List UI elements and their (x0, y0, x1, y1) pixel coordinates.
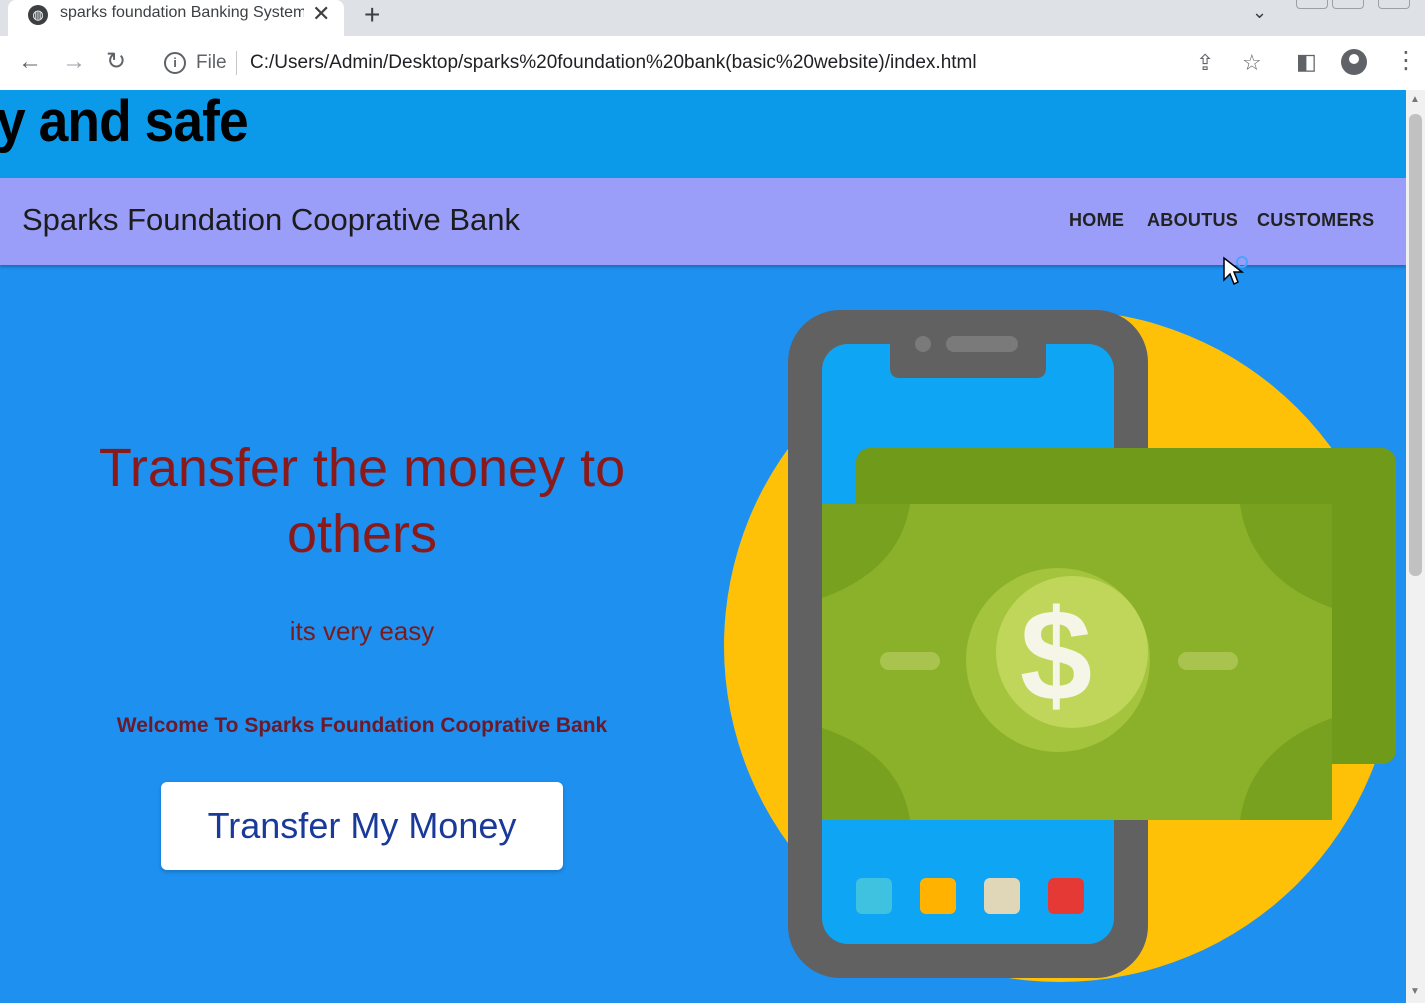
bill-dash-right (1178, 652, 1238, 670)
marquee-banner: y and safe (0, 90, 1406, 178)
new-tab-icon[interactable]: + (364, 0, 380, 31)
mouse-cursor-icon (1223, 256, 1248, 286)
minimize-icon[interactable] (1296, 0, 1328, 9)
address-bar[interactable]: i File C:/Users/Admin/Desktop/sparks%20f… (150, 44, 1290, 82)
browser-toolbar: ← → ↻ i File C:/Users/Admin/Desktop/spar… (0, 36, 1425, 91)
side-panel-icon[interactable]: ◧ (1296, 47, 1317, 77)
info-icon[interactable]: i (164, 52, 186, 74)
close-tab-icon[interactable]: ✕ (312, 1, 330, 27)
nav-aboutus[interactable]: ABOUTUS (1147, 210, 1238, 231)
page-scrollbar[interactable]: ▲ ▼ (1406, 90, 1425, 1003)
share-icon[interactable]: ⇪ (1196, 50, 1214, 76)
globe-icon: ◍ (28, 5, 48, 25)
phone-camera (915, 336, 931, 352)
site-navbar: Sparks Foundation Cooprative Bank HOME A… (0, 178, 1406, 265)
forward-icon[interactable]: → (62, 47, 86, 77)
nav-home[interactable]: HOME (1069, 210, 1124, 231)
browser-tab-active[interactable]: ◍ sparks foundation Banking System ✕ (8, 0, 344, 36)
app-dot-cyan (856, 878, 892, 914)
scroll-up-arrow-icon[interactable]: ▲ (1410, 94, 1420, 105)
dollar-sign-icon: $ (1020, 582, 1092, 728)
scroll-thumb[interactable] (1409, 114, 1422, 576)
menu-icon[interactable]: ⋮ (1394, 46, 1418, 75)
window-close-icon[interactable] (1378, 0, 1410, 9)
star-icon[interactable]: ☆ (1242, 50, 1262, 76)
browser-tab-strip: ◍ sparks foundation Banking System ✕ + ⌄ (0, 0, 1425, 36)
app-dot-yellow (920, 878, 956, 914)
profile-icon[interactable] (1341, 49, 1367, 75)
phone-money-illustration: $ (724, 310, 1396, 982)
window-controls (1296, 0, 1421, 10)
bill-dash-left (880, 652, 940, 670)
tab-title: sparks foundation Banking System (60, 4, 304, 21)
app-dot-beige (984, 878, 1020, 914)
phone-speaker (946, 336, 1018, 352)
hero-subtitle: its very easy (289, 616, 435, 646)
nav-customers[interactable]: CUSTOMERS (1257, 210, 1374, 231)
site-brand[interactable]: Sparks Foundation Cooprative Bank (22, 202, 520, 238)
address-separator (236, 51, 237, 75)
tab-search-icon[interactable]: ⌄ (1252, 2, 1267, 23)
back-icon[interactable]: ← (18, 47, 42, 77)
url-text[interactable]: C:/Users/Admin/Desktop/sparks%20foundati… (250, 52, 977, 74)
marquee-text: y and safe (0, 90, 249, 154)
restore-icon[interactable] (1332, 0, 1364, 9)
file-scheme-label: File (196, 52, 227, 73)
app-dot-red (1048, 878, 1084, 914)
web-page: y and safe Sparks Foundation Cooprative … (0, 90, 1406, 1003)
welcome-message: Welcome To Sparks Foundation Cooprative … (116, 714, 608, 737)
scroll-down-arrow-icon[interactable]: ▼ (1410, 986, 1420, 997)
transfer-money-button[interactable]: Transfer My Money (161, 782, 563, 870)
hero-headline: Transfer the money to others (98, 438, 626, 564)
reload-icon[interactable]: ↻ (106, 47, 126, 77)
